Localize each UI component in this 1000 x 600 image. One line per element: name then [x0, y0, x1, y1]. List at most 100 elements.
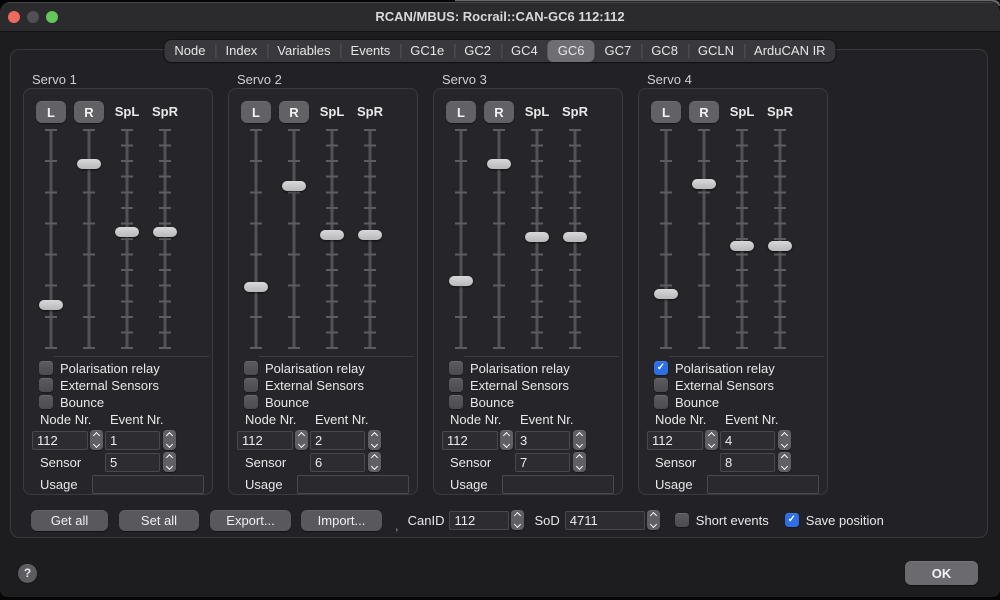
servo-0-external-sensors-checkbox[interactable]: ✓ External Sensors — [39, 378, 212, 392]
save-position-checkbox[interactable]: ✓ Save position — [785, 513, 884, 528]
tab-node[interactable]: Node — [164, 40, 215, 62]
servo-3-right-button[interactable]: R — [689, 101, 719, 123]
slider-handle[interactable] — [692, 179, 716, 189]
slider-handle[interactable] — [115, 227, 139, 237]
ok-button[interactable]: OK — [905, 561, 978, 585]
servo-0-event-nr-stepper[interactable] — [163, 430, 176, 450]
servo-0-spr-slider[interactable] — [153, 129, 177, 349]
export-button[interactable]: Export... — [210, 510, 291, 531]
sod-input[interactable] — [565, 511, 645, 530]
canid-stepper[interactable] — [511, 510, 524, 530]
servo-0-node-nr-input[interactable] — [32, 431, 88, 450]
servo-0-sensor-stepper[interactable] — [163, 452, 176, 472]
slider-handle[interactable] — [563, 232, 587, 242]
slider-handle[interactable] — [358, 230, 382, 240]
servo-0-event-nr-input[interactable] — [105, 431, 160, 450]
slider-handle[interactable] — [768, 241, 792, 251]
help-button[interactable]: ? — [18, 564, 37, 583]
servo-3-polarisation-relay-checkbox[interactable]: ✓ Polarisation relay — [654, 361, 827, 375]
servo-1-external-sensors-checkbox[interactable]: ✓ External Sensors — [244, 378, 417, 392]
servo-2-event-nr-stepper[interactable] — [573, 430, 586, 450]
servo-2-bounce-checkbox[interactable]: ✓ Bounce — [449, 395, 622, 409]
tab-gcln[interactable]: GCLN — [688, 40, 744, 62]
servo-3-event-nr-stepper[interactable] — [778, 430, 791, 450]
slider-handle[interactable] — [525, 232, 549, 242]
servo-3-spr-slider[interactable] — [768, 129, 792, 349]
servo-3-sensor-stepper[interactable] — [778, 452, 791, 472]
zoom-window-button[interactable] — [46, 11, 58, 23]
servo-2-external-sensors-checkbox[interactable]: ✓ External Sensors — [449, 378, 622, 392]
servo-0-sensor-input[interactable] — [105, 453, 160, 472]
tab-gc7[interactable]: GC7 — [594, 40, 641, 62]
tab-variables[interactable]: Variables — [267, 40, 340, 62]
tab-gc4[interactable]: GC4 — [501, 40, 548, 62]
servo-1-event-nr-stepper[interactable] — [368, 430, 381, 450]
servo-1-right-slider[interactable] — [282, 129, 306, 349]
servo-1-right-button[interactable]: R — [279, 101, 309, 123]
servo-1-usage-input[interactable] — [297, 475, 409, 494]
slider-handle[interactable] — [39, 300, 63, 310]
servo-0-usage-input[interactable] — [92, 475, 204, 494]
servo-3-node-nr-input[interactable] — [647, 431, 703, 450]
servo-0-right-slider[interactable] — [77, 129, 101, 349]
servo-3-left-button[interactable]: L — [651, 101, 681, 123]
canid-input[interactable] — [449, 511, 509, 530]
slider-handle[interactable] — [730, 241, 754, 251]
tab-gc1e[interactable]: GC1e — [400, 40, 454, 62]
servo-2-sensor-stepper[interactable] — [573, 452, 586, 472]
servo-2-node-nr-input[interactable] — [442, 431, 498, 450]
servo-1-bounce-checkbox[interactable]: ✓ Bounce — [244, 395, 417, 409]
servo-0-right-button[interactable]: R — [74, 101, 104, 123]
slider-handle[interactable] — [77, 159, 101, 169]
slider-handle[interactable] — [654, 289, 678, 299]
slider-handle[interactable] — [449, 276, 473, 286]
get-all-button[interactable]: Get all — [31, 510, 108, 531]
servo-1-event-nr-input[interactable] — [310, 431, 365, 450]
servo-3-right-slider[interactable] — [692, 129, 716, 349]
servo-2-usage-input[interactable] — [502, 475, 614, 494]
servo-2-event-nr-input[interactable] — [515, 431, 570, 450]
servo-2-right-button[interactable]: R — [484, 101, 514, 123]
servo-2-right-slider[interactable] — [487, 129, 511, 349]
servo-2-polarisation-relay-checkbox[interactable]: ✓ Polarisation relay — [449, 361, 622, 375]
tab-events[interactable]: Events — [341, 40, 401, 62]
tab-arducan-ir[interactable]: ArduCAN IR — [744, 40, 836, 62]
slider-handle[interactable] — [320, 230, 344, 240]
minimize-window-button[interactable] — [27, 11, 39, 23]
close-window-button[interactable] — [8, 11, 20, 23]
servo-2-spr-slider[interactable] — [563, 129, 587, 349]
servo-3-external-sensors-checkbox[interactable]: ✓ External Sensors — [654, 378, 827, 392]
servo-1-spr-slider[interactable] — [358, 129, 382, 349]
servo-3-usage-input[interactable] — [707, 475, 819, 494]
short-events-checkbox[interactable]: ✓ Short events — [675, 513, 769, 528]
sod-stepper[interactable] — [647, 510, 660, 530]
servo-2-left-button[interactable]: L — [446, 101, 476, 123]
servo-1-left-button[interactable]: L — [241, 101, 271, 123]
servo-0-bounce-checkbox[interactable]: ✓ Bounce — [39, 395, 212, 409]
import-button[interactable]: Import... — [301, 510, 382, 531]
servo-1-node-nr-input[interactable] — [237, 431, 293, 450]
set-all-button[interactable]: Set all — [119, 510, 199, 531]
servo-0-node-nr-stepper[interactable] — [90, 430, 103, 450]
slider-handle[interactable] — [487, 159, 511, 169]
servo-3-sensor-input[interactable] — [720, 453, 775, 472]
slider-handle[interactable] — [153, 227, 177, 237]
servo-3-node-nr-stepper[interactable] — [705, 430, 718, 450]
servo-2-spl-slider[interactable] — [525, 129, 549, 349]
servo-2-node-nr-stepper[interactable] — [500, 430, 513, 450]
servo-3-left-slider[interactable] — [654, 129, 678, 349]
tab-gc2[interactable]: GC2 — [454, 40, 501, 62]
servo-2-left-slider[interactable] — [449, 129, 473, 349]
servo-1-sensor-stepper[interactable] — [368, 452, 381, 472]
servo-1-polarisation-relay-checkbox[interactable]: ✓ Polarisation relay — [244, 361, 417, 375]
tab-index[interactable]: Index — [215, 40, 267, 62]
servo-0-polarisation-relay-checkbox[interactable]: ✓ Polarisation relay — [39, 361, 212, 375]
slider-handle[interactable] — [282, 181, 306, 191]
servo-1-node-nr-stepper[interactable] — [295, 430, 308, 450]
tab-gc6[interactable]: GC6 — [548, 40, 595, 62]
servo-0-left-button[interactable]: L — [36, 101, 66, 123]
servo-0-left-slider[interactable] — [39, 129, 63, 349]
slider-handle[interactable] — [244, 282, 268, 292]
servo-0-spl-slider[interactable] — [115, 129, 139, 349]
servo-3-bounce-checkbox[interactable]: ✓ Bounce — [654, 395, 827, 409]
